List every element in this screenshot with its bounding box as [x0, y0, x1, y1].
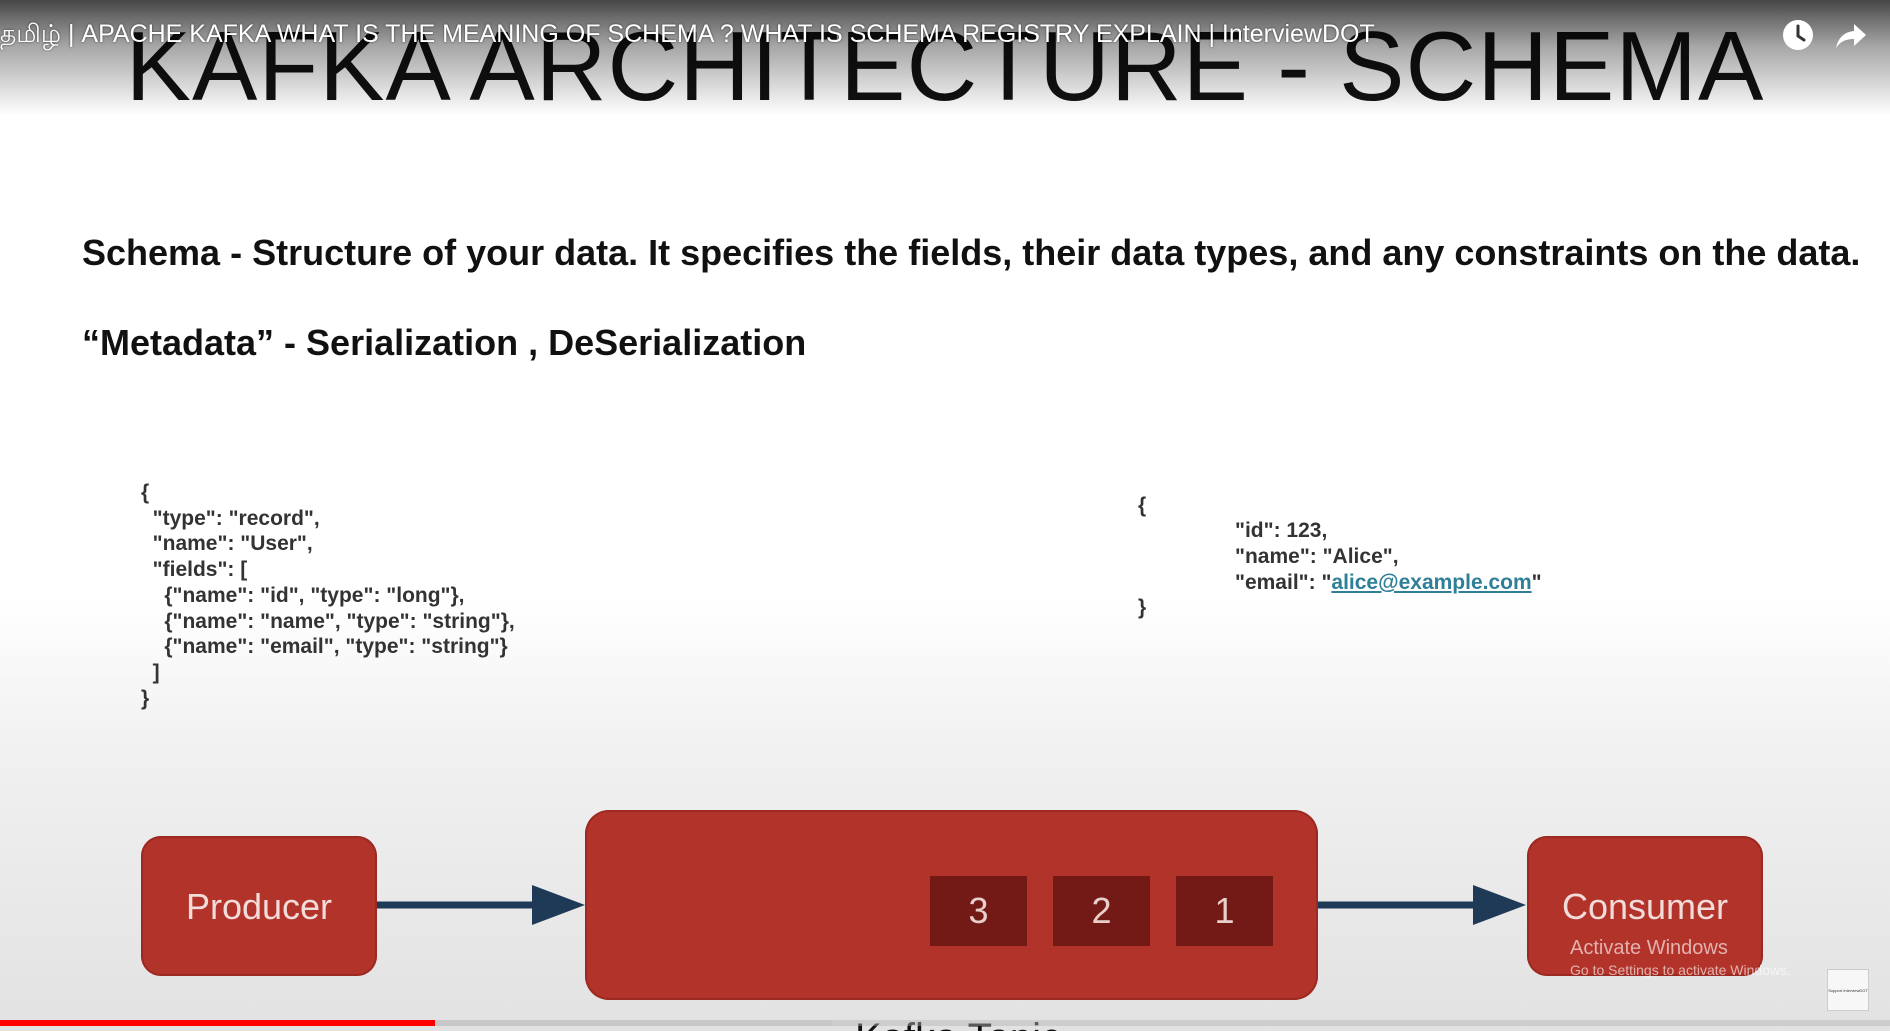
record-close-brace: } — [1138, 596, 1147, 619]
video-player[interactable]: KAFKA ARCHITECTURE - SCHEMA தமிழ் | APAC… — [0, 0, 1890, 1031]
watch-later-icon[interactable] — [1781, 18, 1815, 52]
schema-code-line: "fields": [ — [141, 558, 248, 582]
message-1: 1 — [1176, 876, 1273, 946]
email-link[interactable]: alice@example.com — [1331, 571, 1531, 594]
schema-code-line: "type": "record", — [141, 506, 320, 530]
schema-code-line: } — [141, 686, 150, 710]
activate-windows-title: Activate Windows — [1570, 937, 1728, 959]
schema-code-line: ] — [141, 660, 160, 684]
email-suffix: " — [1531, 571, 1542, 594]
schema-code-line: {"name": "id", "type": "long"}, — [141, 583, 465, 607]
channel-logo[interactable]: Support InterviewDOT — [1827, 969, 1869, 1011]
record-name-line: "name": "Alice", — [1235, 545, 1399, 568]
schema-definition-heading: Schema - Structure of your data. It spec… — [82, 232, 1861, 273]
share-icon[interactable] — [1834, 18, 1868, 52]
metadata-heading: “Metadata” - Serialization , DeSerializa… — [82, 322, 807, 363]
record-email-line: "email": "alice@example.com" — [1235, 570, 1542, 596]
progress-bar[interactable] — [0, 1020, 1890, 1026]
video-title[interactable]: தமிழ் | APACHE KAFKA WHAT IS THE MEANING… — [0, 20, 1450, 52]
schema-code-block: { "type": "record", "name": "User", "fie… — [141, 480, 515, 711]
record-id-line: "id": 123, — [1235, 519, 1328, 542]
message-2: 2 — [1053, 876, 1150, 946]
producer-box: Producer — [141, 836, 377, 976]
record-open-brace: { — [1138, 494, 1147, 517]
activate-windows-subtitle: Go to Settings to activate Windows. — [1570, 962, 1791, 978]
schema-code-line: { — [141, 481, 150, 504]
topic-to-consumer-arrow — [1318, 885, 1526, 925]
producer-to-topic-arrow — [377, 885, 585, 925]
email-prefix: "email": " — [1235, 571, 1332, 594]
consumer-label: Consumer — [1561, 886, 1729, 927]
schema-code-line: {"name": "email", "type": "string"} — [141, 635, 508, 659]
schema-code-line: {"name": "name", "type": "string"}, — [141, 609, 515, 633]
progress-played — [0, 1020, 435, 1026]
producer-label: Producer — [185, 886, 333, 927]
message-3: 3 — [930, 876, 1027, 946]
schema-code-line: "name": "User", — [141, 532, 313, 556]
